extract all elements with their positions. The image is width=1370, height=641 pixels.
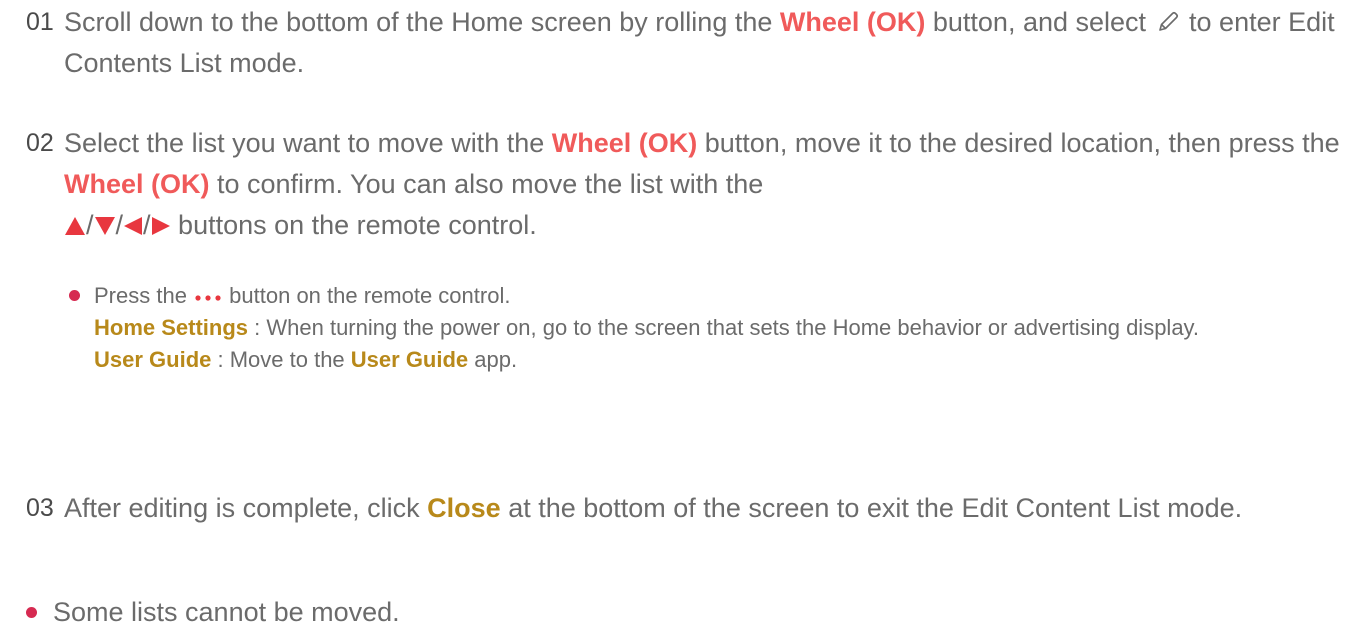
step-text: Scroll down to the bottom of the Home sc… (64, 2, 1346, 84)
step-text-part: Scroll down to the bottom of the Home sc… (64, 7, 780, 37)
more-dots-icon (195, 278, 221, 310)
step-text-part: After editing is complete, click (64, 493, 428, 523)
step-text-part: to confirm. You can also move the list w… (209, 169, 764, 199)
step-02: 02 Select the list you want to move with… (26, 123, 1346, 248)
bullet-text-part: button on the remote control. (223, 283, 511, 308)
user-guide-description: : Move to the (211, 347, 351, 372)
arrow-separator: / (143, 210, 151, 240)
note-text: Some lists cannot be moved. (53, 597, 400, 627)
user-guide-label: User Guide (94, 347, 212, 372)
instructions-page: 01 Scroll down to the bottom of the Home… (0, 0, 1370, 641)
step-text: Select the list you want to move with th… (64, 123, 1346, 248)
step-01: 01 Scroll down to the bottom of the Home… (26, 2, 1346, 84)
wheel-ok-label: Wheel (OK) (551, 128, 698, 158)
bullet-dot (69, 290, 80, 301)
step-text-part: button, move it to the desired location,… (697, 128, 1340, 158)
home-settings-label: Home Settings (94, 315, 249, 340)
step-number: 03 (26, 494, 54, 522)
arrow-down-icon (94, 207, 116, 248)
bullet-dot (26, 607, 37, 618)
bullet-text-part: Press the (94, 283, 194, 308)
step-text-part: buttons on the remote control. (170, 210, 537, 240)
step-text: After editing is complete, click Close a… (64, 488, 1346, 529)
wheel-ok-label: Wheel (OK) (64, 169, 210, 199)
arrow-separator: / (115, 210, 124, 240)
step-text-part: button, and select (925, 7, 1154, 37)
arrow-right-icon (151, 207, 171, 248)
step-number: 02 (26, 129, 54, 157)
wheel-ok-label: Wheel (OK) (779, 7, 926, 37)
arrow-separator: / (86, 210, 94, 240)
step-text-part: at the bottom of the screen to exit the … (500, 493, 1243, 523)
user-guide-app-name: User Guide (350, 347, 469, 372)
bullet-text: Press the button on the remote control. … (94, 278, 1199, 376)
arrow-up-icon (64, 207, 86, 248)
arrow-left-icon (123, 207, 143, 248)
remote-options-bullet: Press the button on the remote control. … (69, 278, 1329, 376)
note-bullet: Some lists cannot be moved. (26, 592, 400, 633)
pencil-icon (1156, 5, 1180, 31)
user-guide-description: app. (468, 347, 518, 372)
step-text-part: Select the list you want to move with th… (64, 128, 552, 158)
close-label: Close (427, 493, 501, 523)
home-settings-description: : When turning the power on, go to the s… (248, 315, 1200, 340)
step-number: 01 (26, 8, 54, 36)
step-03: 03 After editing is complete, click Clos… (26, 488, 1346, 529)
